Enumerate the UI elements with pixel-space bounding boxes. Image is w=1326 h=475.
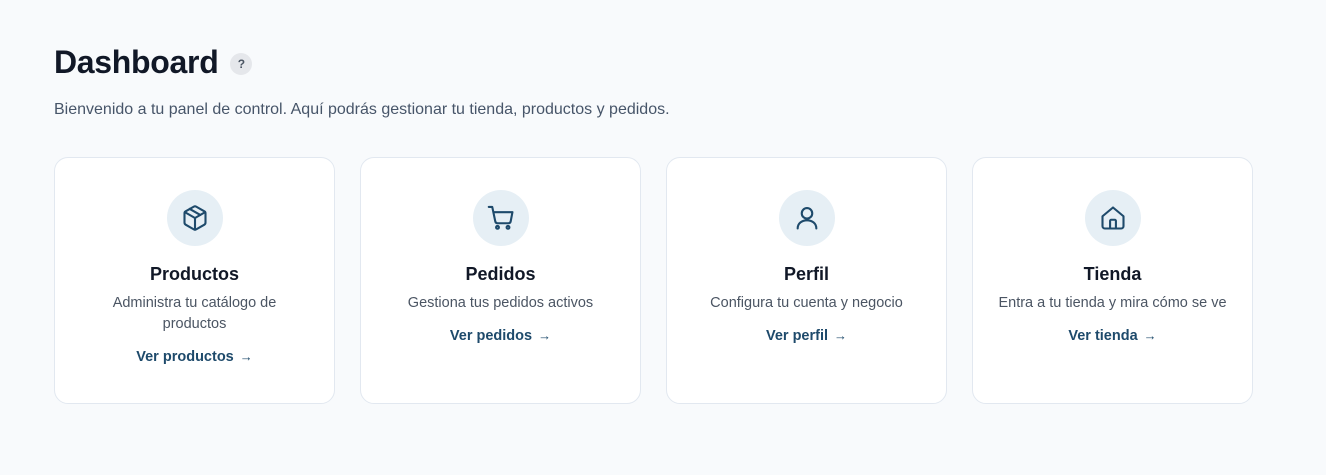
link-label: Ver pedidos	[449, 328, 533, 344]
help-icon[interactable]: ?	[230, 53, 253, 75]
card-title: Pedidos	[465, 264, 536, 284]
link-label: Ver tienda	[1068, 328, 1138, 344]
card-description: Gestiona tus pedidos activos	[407, 295, 594, 311]
card-description: Administra tu catálogo de productos	[112, 295, 277, 332]
link-label: Ver productos	[136, 349, 234, 365]
card-productos[interactable]: Productos Administra tu catálogo de prod…	[54, 157, 335, 404]
arrow-right-icon: →	[239, 349, 253, 364]
box-icon	[166, 190, 223, 246]
page-title: Dashboard	[54, 44, 219, 80]
card-description: Entra a tu tienda y mira cómo se ve	[998, 295, 1227, 311]
ver-perfil-link[interactable]: Ver perfil →	[766, 326, 847, 346]
dashboard-page: Dashboard ? Bienvenido a tu panel de con…	[0, 0, 1326, 475]
card-tienda[interactable]: Tienda Entra a tu tienda y mira cómo se …	[972, 157, 1253, 404]
link-label: Ver perfil	[765, 328, 829, 344]
arrow-right-icon: →	[834, 328, 848, 343]
card-title: Productos	[149, 264, 239, 284]
page-subtitle: Bienvenido a tu panel de control. Aquí p…	[54, 101, 670, 118]
ver-productos-link[interactable]: Ver productos →	[136, 347, 253, 367]
title-row: Dashboard ?	[54, 42, 1326, 82]
card-title: Tienda	[1083, 264, 1142, 284]
ver-pedidos-link[interactable]: Ver pedidos →	[450, 326, 551, 346]
cart-icon	[472, 190, 529, 246]
card-title: Perfil	[783, 264, 830, 284]
user-icon	[778, 190, 835, 246]
home-icon	[1084, 190, 1141, 246]
arrow-right-icon: →	[538, 328, 552, 343]
card-perfil[interactable]: Perfil Configura tu cuenta y negocio Ver…	[666, 157, 947, 404]
ver-tienda-link[interactable]: Ver tienda →	[1068, 326, 1156, 346]
card-description: Configura tu cuenta y negocio	[710, 295, 903, 311]
card-grid: Productos Administra tu catálogo de prod…	[54, 157, 1326, 404]
arrow-right-icon: →	[1143, 328, 1157, 343]
card-pedidos[interactable]: Pedidos Gestiona tus pedidos activos Ver…	[360, 157, 641, 404]
